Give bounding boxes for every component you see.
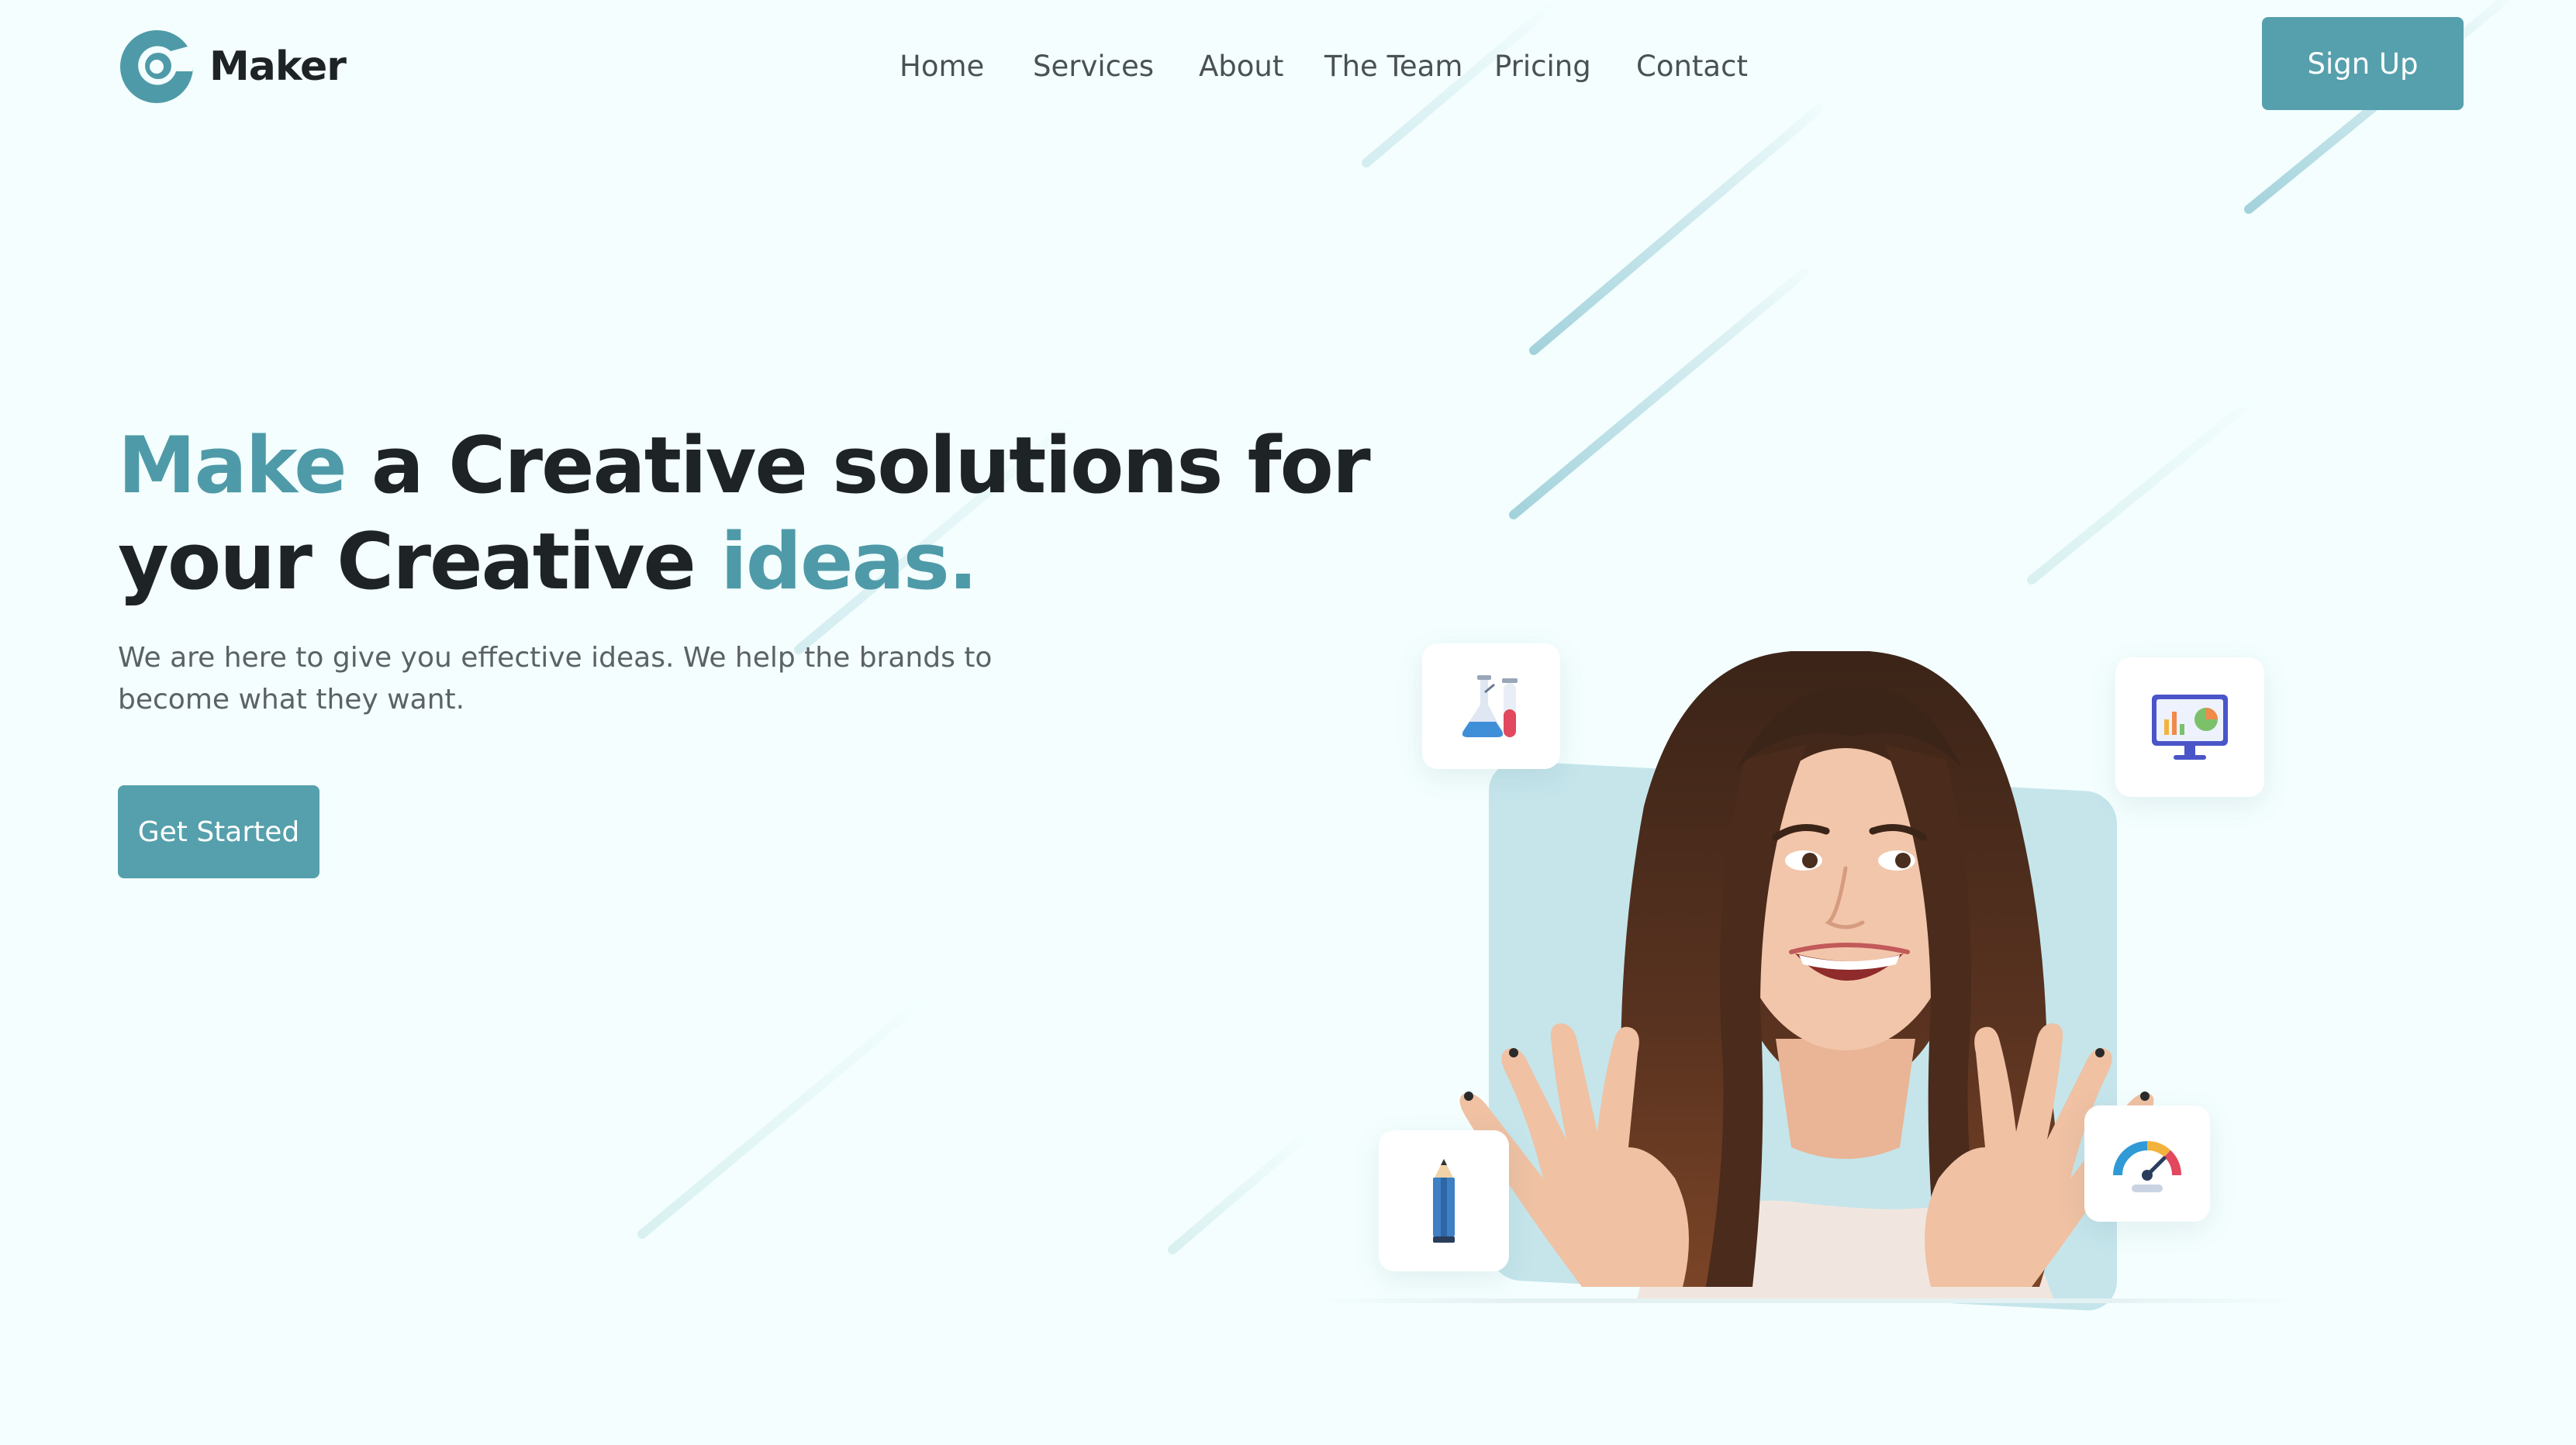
hero-title: Make a Creative solutions for your Creati…: [118, 417, 1371, 609]
speedometer-card: [2084, 1105, 2210, 1222]
title-accent-make: Make: [118, 419, 347, 511]
title-accent-ideas: ideas.: [720, 516, 978, 607]
pencil-card: [1379, 1130, 1509, 1271]
title-text-line-1: a Creative solutions for: [345, 419, 1371, 511]
presentation-monitor-icon: [2152, 695, 2228, 760]
nav-about[interactable]: About: [1199, 50, 1283, 83]
nav-services[interactable]: Services: [1033, 50, 1154, 83]
presentation-card: [2115, 657, 2264, 797]
hero-illustration: [1310, 605, 2303, 1312]
get-started-button[interactable]: Get Started: [118, 785, 319, 878]
landing-page: Maker Home Services About The Team Prici…: [0, 0, 2576, 1445]
illustration-floor: [1310, 1298, 2303, 1303]
nav-contact[interactable]: Contact: [1636, 50, 1748, 83]
lab-flask-icon: [1462, 675, 1518, 737]
title-text-line-2: your Creative: [118, 516, 721, 607]
nav-pricing[interactable]: Pricing: [1494, 50, 1591, 83]
speedometer-icon: [2113, 1140, 2182, 1192]
brand-logo[interactable]: Maker: [118, 28, 347, 105]
brand-name: Maker: [209, 43, 347, 90]
sign-up-button[interactable]: Sign Up: [2262, 17, 2464, 110]
logo-mark-icon: [120, 29, 193, 103]
nav-home[interactable]: Home: [900, 50, 984, 83]
nav-the-team[interactable]: The Team: [1324, 50, 1462, 83]
pencil-icon: [1433, 1159, 1455, 1243]
lab-card: [1422, 643, 1560, 769]
hero-description: We are here to give you effective ideas.…: [118, 642, 993, 716]
